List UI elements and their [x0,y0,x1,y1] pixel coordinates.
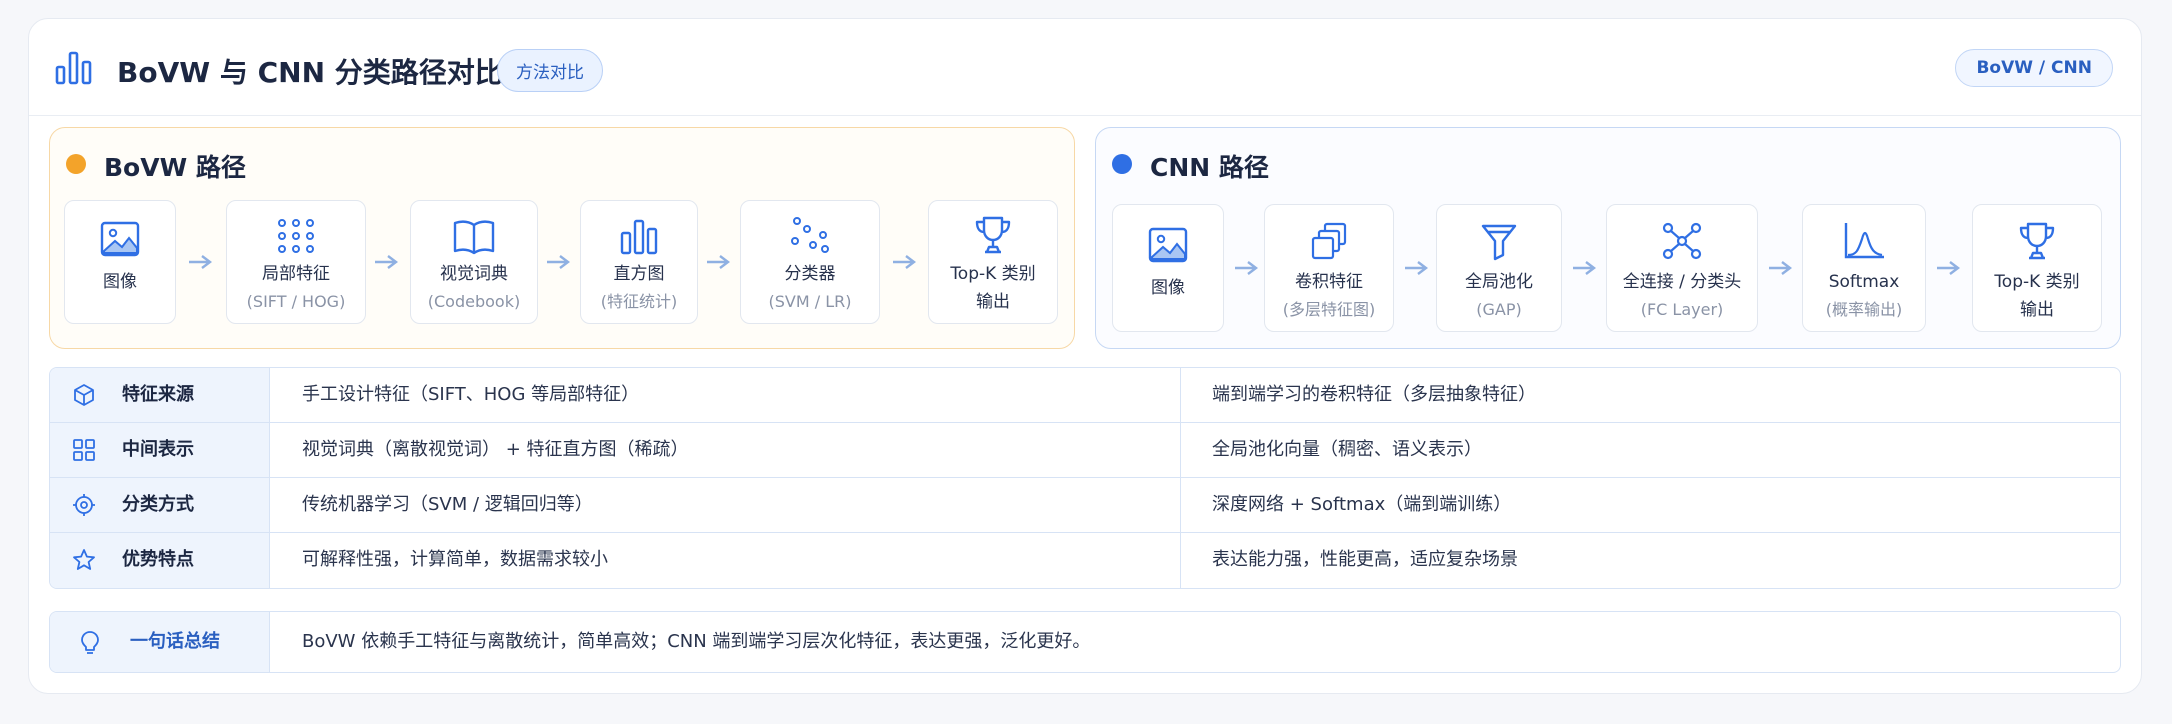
bovw-title: BoVW 路径 [104,153,246,182]
step-label: 图像 [103,272,137,292]
distribution-icon [1844,223,1884,259]
step-label: 卷积特征 [1295,272,1363,292]
lightbulb-icon [81,631,99,654]
cnn-step-fc: 全连接 / 分类头 (FC Layer) [1606,204,1758,332]
row-label: 优势特点 [122,549,194,570]
bovw-cell: 可解释性强，计算简单，数据需求较小 [302,549,608,570]
cnn-step-gap: 全局池化 (GAP) [1436,204,1562,332]
histogram-icon [620,219,658,255]
step-label: Softmax [1828,272,1900,292]
step-sub: (SVM / LR) [768,292,852,311]
arrow-icon [1405,261,1428,275]
summary-label: 一句话总结 [130,631,220,652]
trophy-icon [2019,222,2055,260]
table-row: 中间表示 视觉词典（离散视觉词） + 特征直方图（稀疏） 全局池化向量（稠密、语… [50,423,2120,478]
network-icon [1662,222,1702,260]
step-label: 全连接 / 分类头 [1622,272,1742,292]
row-head: 优势特点 [50,533,270,588]
step-label: 视觉词典 [440,264,508,284]
row-head: 分类方式 [50,478,270,532]
bovw-step-histogram: 直方图 (特征统计) [580,200,698,324]
step-label: 分类器 [784,264,836,284]
bar-chart-icon [55,51,92,85]
step-sub: (SIFT / HOG) [246,292,346,311]
arrow-icon [547,255,570,269]
table-row: 优势特点 可解释性强，计算简单，数据需求较小 表达能力强，性能更高，适应复杂场景 [50,533,2120,588]
bovw-cell: 手工设计特征（SIFT、HOG 等局部特征） [302,384,640,405]
image-icon [100,221,140,257]
step-sub: 输出 [976,292,1010,312]
header: BoVW 与 CNN 分类路径对比 方法对比 BoVW / CNN [29,19,2141,116]
arrow-icon [1937,261,1960,275]
bovw-cell: 视觉词典（离散视觉词） + 特征直方图（稀疏） [302,439,689,460]
step-label: Top-K 类别 [950,264,1036,284]
step-sub: (概率输出) [1825,300,1903,319]
row-head: 特征来源 [50,368,270,422]
grid-icon [73,439,95,461]
step-label: Top-K 类别 [1994,272,2080,292]
comparison-card: BoVW 与 CNN 分类路径对比 方法对比 BoVW / CNN BoVW 路… [28,18,2142,694]
step-label: 全局池化 [1465,272,1533,292]
bovw-step-codebook: 视觉词典 (Codebook) [410,200,538,324]
bovw-dot [66,154,86,174]
arrow-icon [893,255,916,269]
cnn-dot [1112,154,1132,174]
step-label: 局部特征 [262,264,330,284]
page-title: BoVW 与 CNN 分类路径对比 [117,56,503,89]
cnn-panel: CNN 路径 图像 卷积特征 (多层特征图) 全局池化 (GAP) 全连接 / … [1095,127,2121,349]
cnn-step-softmax: Softmax (概率输出) [1802,204,1926,332]
cube-icon [74,384,94,406]
table-row: 分类方式 传统机器学习（SVM / 逻辑回归等） 深度网络 + Softmax（… [50,478,2120,533]
row-label: 特征来源 [122,384,194,405]
bovw-cnn-tag: BoVW / CNN [1955,49,2113,87]
arrow-icon [189,255,212,269]
cnn-cell: 表达能力强，性能更高，适应复杂场景 [1212,549,1518,570]
cnn-step-conv-features: 卷积特征 (多层特征图) [1264,204,1394,332]
comparison-table: 特征来源 手工设计特征（SIFT、HOG 等局部特征） 端到端学习的卷积特征（多… [49,367,2121,589]
bovw-step-topk: Top-K 类别 输出 [928,200,1058,324]
step-label: 直方图 [613,264,665,284]
bovw-panel: BoVW 路径 图像 局部特征 (SIFT / HOG) 视觉词典 (Codeb… [49,127,1075,349]
arrow-icon [375,255,398,269]
arrow-icon [707,255,730,269]
arrow-icon [1769,261,1792,275]
grid-dots-icon [278,219,314,253]
summary-box: 一句话总结 BoVW 依赖手工特征与离散统计，简单高效；CNN 端到端学习层次化… [49,611,2121,673]
cnn-cell: 深度网络 + Softmax（端到端训练） [1212,494,1512,515]
row-label: 中间表示 [122,439,194,460]
table-row: 特征来源 手工设计特征（SIFT、HOG 等局部特征） 端到端学习的卷积特征（多… [50,368,2120,423]
step-sub: (Codebook) [427,292,521,311]
arrow-icon [1235,261,1258,275]
row-label: 分类方式 [122,494,194,515]
summary-text: BoVW 依赖手工特征与离散统计，简单高效；CNN 端到端学习层次化特征，表达更… [302,631,1091,652]
target-icon [73,494,95,516]
arrow-icon [1573,261,1596,275]
trophy-icon [975,216,1011,254]
step-sub: (特征统计) [600,292,678,311]
bovw-cell: 传统机器学习（SVM / 逻辑回归等） [302,494,593,515]
row-head: 中间表示 [50,423,270,477]
step-sub: (GAP) [1476,300,1522,319]
step-sub: (多层特征图) [1282,300,1376,319]
bovw-step-image: 图像 [64,200,176,324]
scatter-icon [791,217,829,253]
bovw-step-local-features: 局部特征 (SIFT / HOG) [226,200,366,324]
cnn-step-topk: Top-K 类别 输出 [1972,204,2102,332]
step-sub: 输出 [2020,300,2054,320]
bovw-step-classifier: 分类器 (SVM / LR) [740,200,880,324]
method-tag: 方法对比 [497,49,603,92]
cnn-cell: 全局池化向量（稠密、语义表示） [1212,439,1482,460]
cnn-cell: 端到端学习的卷积特征（多层抽象特征） [1212,384,1536,405]
summary-head: 一句话总结 [50,612,270,672]
image-icon [1148,227,1188,263]
layers-icon [1311,222,1347,260]
star-icon [73,549,95,570]
cnn-title: CNN 路径 [1150,153,1269,182]
book-icon [453,220,495,255]
step-sub: (FC Layer) [1640,300,1724,319]
cnn-step-image: 图像 [1112,204,1224,332]
funnel-icon [1481,224,1517,261]
step-label: 图像 [1151,278,1185,298]
